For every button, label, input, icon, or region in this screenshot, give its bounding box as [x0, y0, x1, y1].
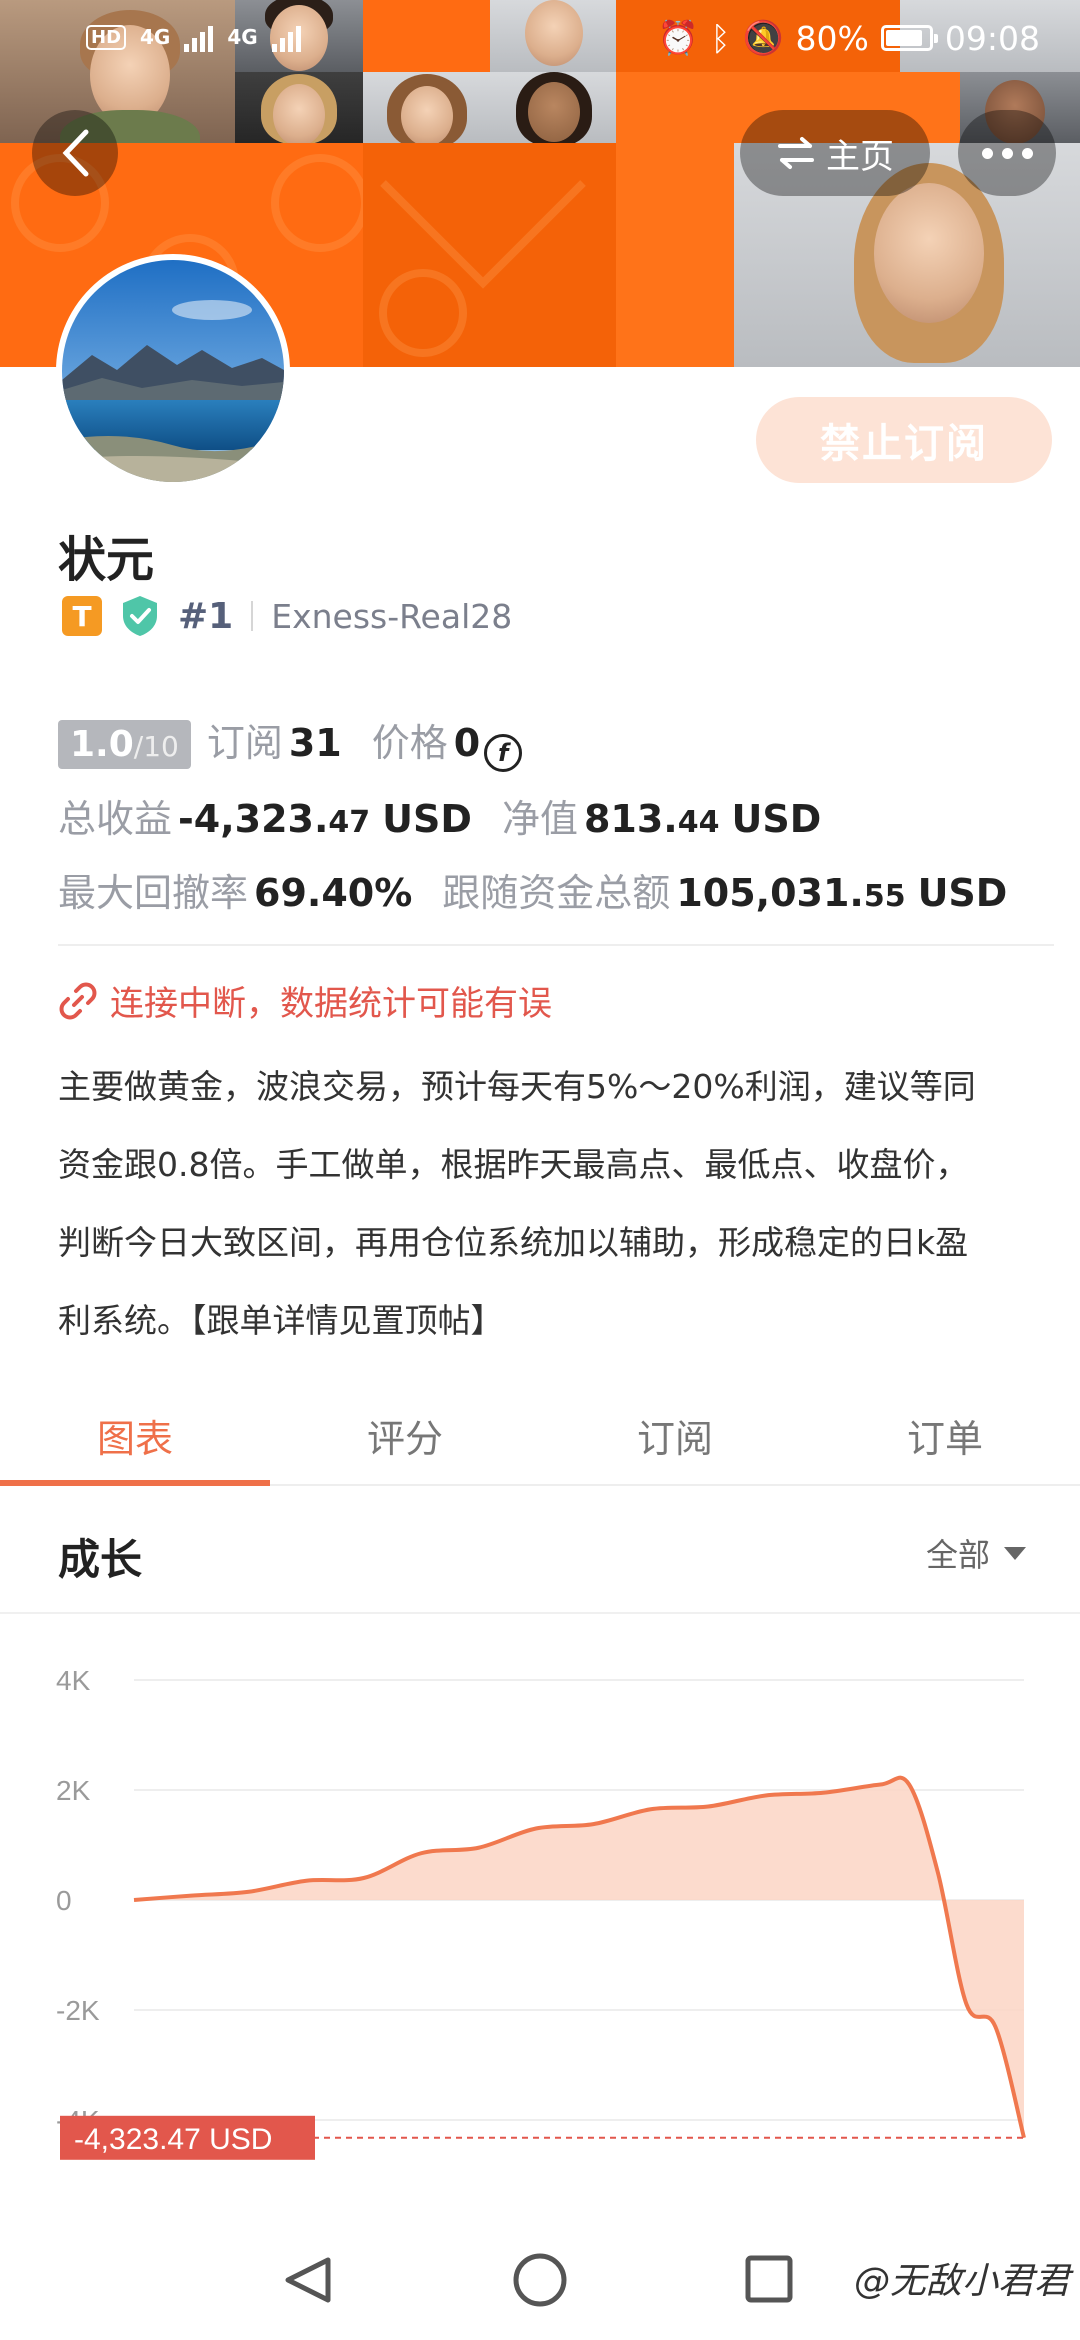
growth-chart: 4K2K0-2K-4K -4,323.47 USD — [56, 1665, 1026, 2160]
network-type-2: 4G — [227, 25, 258, 49]
strategy-description: 主要做黄金，波浪交易，预计每天有5%～20%利润，建议等同 资金跟0.8倍。手工… — [58, 1048, 1058, 1360]
tab-bar: 图表 评分 订阅 订单 — [0, 1386, 1080, 1486]
score-value: 1.0 — [70, 724, 134, 765]
nav-home-icon — [513, 2253, 567, 2307]
alarm-icon: ⏰ — [657, 18, 699, 57]
hd-icon: HD — [86, 24, 127, 50]
follow-funds-label: 跟随资金总额 — [442, 871, 671, 915]
bluetooth-icon: ᛒ — [710, 18, 731, 58]
status-bar: HD 4G 4G ⏰ ᛒ 🔕 80% 09:08 — [0, 0, 1080, 80]
description-line: 利系统。【跟单详情见置顶帖】 — [58, 1301, 504, 1340]
score-row: 1.0 /10 订阅 31 价格 0 f — [58, 712, 523, 772]
range-filter-dropdown[interactable]: 全部 — [926, 1530, 1026, 1576]
profit-row: 总收益 -4,323. 47 USD 净值 813. 44 USD — [58, 788, 821, 843]
home-button[interactable]: 主页 — [740, 110, 930, 196]
connection-warning: 连接中断，数据统计可能有误 — [58, 976, 552, 1025]
watermark: @无敌小君君 — [853, 2261, 1070, 2302]
price-value: 0 — [453, 721, 481, 765]
subscribe-count: 31 — [288, 721, 342, 765]
banner-photo-7 — [490, 72, 616, 143]
score-badge: 1.0 /10 — [58, 720, 191, 769]
back-button[interactable] — [32, 110, 118, 196]
equity-decimal: 44 — [677, 805, 720, 840]
y-tick-label: -2K — [56, 1995, 100, 2026]
tab-chart[interactable]: 图表 — [0, 1386, 270, 1486]
follow-funds-decimal: 55 — [863, 879, 906, 914]
nav-back-button[interactable] — [285, 2257, 331, 2303]
description-line: 判断今日大致区间，再用仓位系统加以辅助，形成稳定的日k盈 — [58, 1223, 969, 1262]
avatar-landscape-image — [62, 260, 284, 482]
score-total: /10 — [133, 730, 179, 763]
more-button[interactable] — [958, 110, 1056, 196]
clock: 09:08 — [944, 18, 1040, 58]
filter-label: 全部 — [925, 1536, 990, 1574]
tab-orders[interactable]: 订单 — [810, 1386, 1080, 1484]
drawdown-label: 最大回撤率 — [58, 871, 249, 915]
network-type: 4G — [140, 25, 171, 49]
last-value-tag: -4,323.47 USD — [60, 2115, 315, 2160]
avatar[interactable] — [56, 254, 290, 488]
equity-value: 813. — [583, 797, 678, 841]
follow-funds-value: 105,031. — [676, 871, 864, 915]
tab-subscriptions[interactable]: 订阅 — [540, 1386, 810, 1484]
nav-recents-button[interactable] — [745, 2255, 793, 2303]
chart-area — [134, 1777, 1024, 2138]
nav-home-button[interactable] — [513, 2253, 567, 2307]
total-profit-label: 总收益 — [58, 797, 173, 841]
tab-rating[interactable]: 评分 — [270, 1386, 540, 1484]
battery-icon — [880, 25, 938, 51]
subscribe-label: 订阅 — [206, 721, 283, 765]
section-title: 成长 — [58, 1535, 143, 1584]
description-line: 主要做黄金，波浪交易，预计每天有5%～20%利润，建议等同 — [58, 1067, 976, 1106]
drawdown-value: 69.40% — [254, 871, 413, 915]
dot-icon — [1021, 147, 1033, 159]
follow-funds-unit: USD — [917, 871, 1008, 915]
y-tick-label: 2K — [56, 1775, 91, 1806]
drawdown-row: 最大回撤率 69.40% 跟随资金总额 105,031. 55 USD — [58, 862, 1007, 917]
battery-percent: 80% — [795, 18, 869, 58]
subscribe-button[interactable]: 禁止订阅 — [756, 397, 1052, 483]
switch-icon — [778, 137, 814, 169]
mute-icon: 🔕 — [742, 18, 784, 57]
description-line: 资金跟0.8倍。手工做单，根据昨天最高点、最低点、收盘价， — [58, 1145, 969, 1184]
divider — [58, 944, 1054, 946]
caret-down-icon — [1004, 1546, 1026, 1560]
verified-shield-icon — [123, 596, 157, 636]
broker-account: Exness-Real28 — [271, 596, 513, 636]
nav-recents-icon — [745, 2255, 793, 2303]
last-value-label: -4,323.47 USD — [74, 2123, 272, 2156]
banner-photo-5 — [235, 72, 363, 143]
trader-name: 状元 — [58, 532, 155, 588]
signal-icon — [271, 22, 301, 52]
level-badge: T — [62, 596, 102, 636]
equity-label: 净值 — [501, 797, 578, 841]
f-coin-icon: f — [484, 734, 523, 772]
y-tick-label: 0 — [56, 1885, 72, 1916]
chevron-left-icon — [62, 129, 89, 177]
dot-icon — [1001, 147, 1013, 159]
badge-row: T #1 Exness-Real28 — [62, 594, 512, 638]
total-profit-value: -4,323. — [178, 797, 329, 841]
broken-link-icon — [59, 982, 97, 1019]
banner-tile — [363, 143, 616, 367]
y-tick-label: 4K — [56, 1665, 91, 1696]
total-profit-decimal: 47 — [328, 805, 371, 840]
growth-section-header: 成长 全部 — [0, 1488, 1080, 1614]
banner-photo-6 — [363, 72, 490, 143]
home-label: 主页 — [826, 136, 894, 177]
warning-text: 连接中断，数据统计可能有误 — [110, 984, 552, 1024]
price-label: 价格 — [371, 721, 448, 765]
signal-icon — [184, 22, 214, 52]
divider — [251, 601, 254, 631]
rank-label: #1 — [178, 595, 234, 637]
total-profit-unit: USD — [382, 797, 472, 841]
equity-unit: USD — [731, 797, 822, 841]
nav-back-icon — [285, 2257, 331, 2303]
dot-icon — [981, 147, 993, 159]
